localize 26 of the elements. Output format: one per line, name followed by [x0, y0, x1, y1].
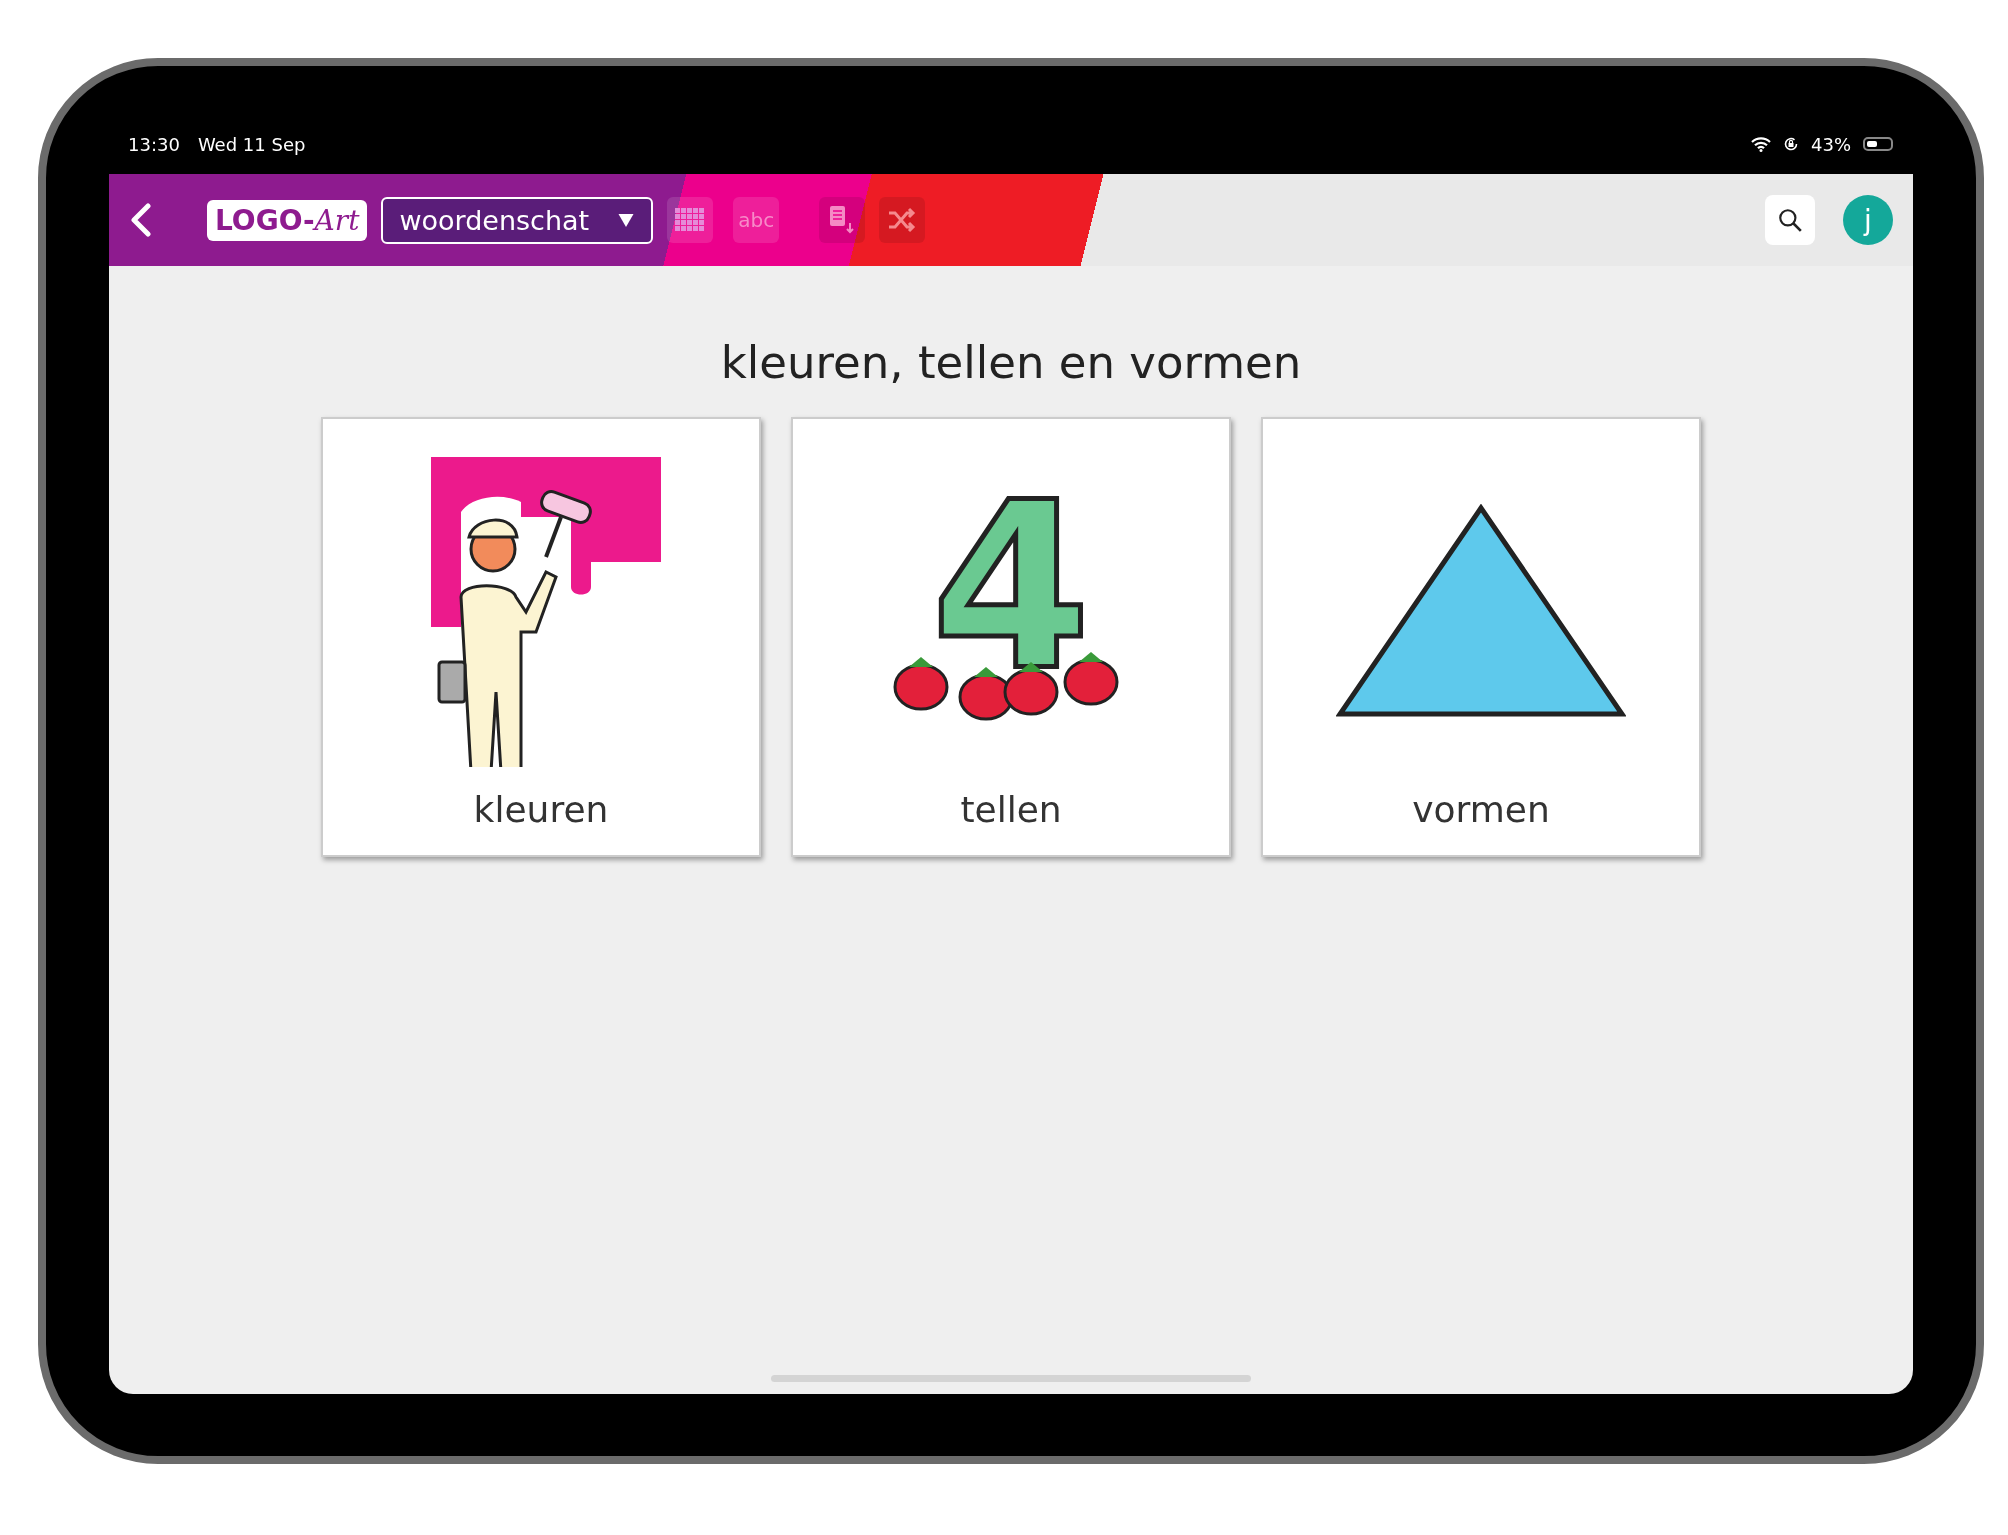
card-label: vormen [1412, 789, 1550, 830]
back-button[interactable] [129, 203, 153, 237]
category-card[interactable]: kleuren [321, 417, 761, 857]
page-title: kleuren, tellen en vormen [720, 336, 1302, 389]
search-icon [1777, 207, 1803, 233]
grid-icon [675, 208, 706, 232]
status-time: 13:30 [128, 133, 180, 155]
logo: LOGO-Art [207, 199, 368, 241]
card-label: tellen [960, 789, 1062, 830]
search-button[interactable] [1765, 195, 1815, 245]
category-card[interactable]: 4 tellen [791, 417, 1231, 857]
category-card[interactable]: vormen [1261, 417, 1701, 857]
shuffle-icon [887, 207, 918, 233]
battery-percentage: 43% [1811, 133, 1851, 155]
sort-list-button[interactable] [819, 197, 866, 243]
status-date: Wed 11 Sep [197, 133, 306, 155]
caret-icon [617, 212, 636, 228]
rotation-lock-icon [1783, 136, 1799, 152]
shuffle-button[interactable] [879, 197, 926, 243]
grid-view-button[interactable] [667, 197, 714, 243]
wifi-icon [1751, 136, 1771, 152]
list-download-icon [829, 205, 856, 235]
category-dropdown[interactable]: woordenschat [381, 196, 654, 244]
strawberries-drawing: 4 [891, 491, 1131, 732]
battery-icon [1863, 137, 1893, 151]
card-label: kleuren [473, 789, 609, 830]
